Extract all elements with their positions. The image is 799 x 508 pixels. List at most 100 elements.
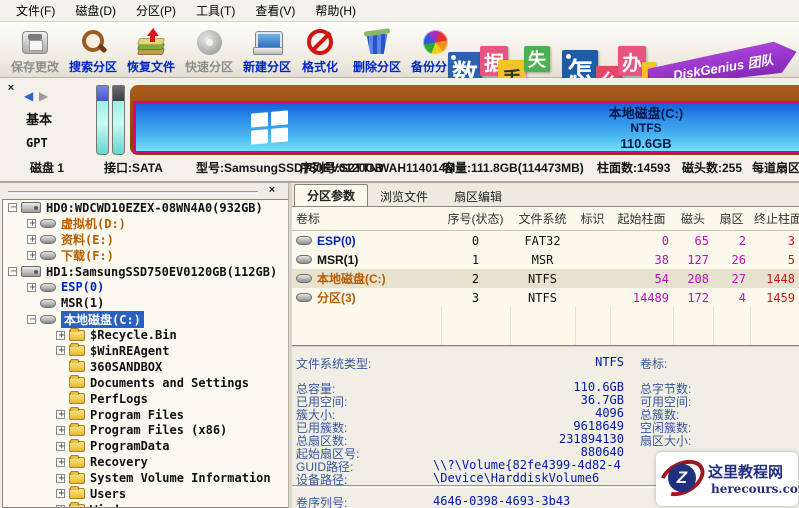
watermark-logo-icon: Z <box>668 464 696 492</box>
tab-browse-files[interactable]: 浏览文件 <box>368 186 440 206</box>
tree-item-drive-f[interactable]: 下载(F:) <box>3 248 288 264</box>
tree-item-hd0[interactable]: HD0:WDCWD10EZEX-08WN4A0(932GB) <box>3 200 288 216</box>
collapse-icon[interactable] <box>27 313 37 326</box>
tree-item-msr[interactable]: MSR(1) <box>3 295 288 311</box>
disk-bar[interactable]: 本地磁盘(C:) NTFS 110.6GB <box>130 85 799 155</box>
expand-icon[interactable] <box>56 440 66 453</box>
table-row[interactable]: MSR(1) 1 MSR 38 127 26 5 <box>292 250 799 269</box>
disk-info-line: 磁盘 1 接口:SATA 型号:SamsungSSD750EV0120GB 序列… <box>30 161 799 175</box>
hdd-icon <box>21 202 41 214</box>
detail-row: 已用空间: 36.7GB 可用空间: <box>296 393 692 409</box>
esp-partition-bar[interactable] <box>96 85 109 155</box>
expand-icon[interactable] <box>27 249 37 262</box>
disk-mode-label: 基本 <box>26 112 53 127</box>
hdd-icon <box>21 266 41 277</box>
partition-table: 卷标 序号(状态) 文件系统 标识 起始柱面 磁头 扇区 终止柱面 ESP(0)… <box>292 206 799 345</box>
expand-icon[interactable] <box>56 344 66 357</box>
tree-item-folder[interactable]: System Volume Information <box>3 470 288 486</box>
menu-tools[interactable]: 工具(T) <box>186 0 245 21</box>
new-partition-button[interactable]: 新建分区 <box>238 25 296 75</box>
tab-sector-edit[interactable]: 扇区编辑 <box>442 186 514 206</box>
tree-item-folder[interactable]: Program Files (x86) <box>3 422 288 438</box>
tree-item-drive-d[interactable]: 虚拟机(D:) <box>3 216 288 232</box>
prev-disk-arrow-icon[interactable]: ◀ <box>24 89 33 103</box>
menu-file[interactable]: 文件(F) <box>6 0 65 21</box>
folder-icon <box>69 438 85 452</box>
directory-tree: HD0:WDCWD10EZEX-08WN4A0(932GB) 虚拟机(D:) 资… <box>2 199 288 508</box>
folder-icon <box>69 422 85 436</box>
detail-row: 文件系统类型: NTFS 卷标: <box>296 355 668 371</box>
tree-item-folder[interactable]: Users <box>3 486 288 502</box>
folder-icon <box>69 343 85 357</box>
tree-item-folder[interactable]: Program Files <box>3 407 288 423</box>
quick-partition-button[interactable]: 快速分区 <box>180 25 238 75</box>
expand-icon[interactable] <box>56 408 66 421</box>
msr-partition-bar[interactable] <box>112 85 125 155</box>
next-disk-arrow-icon[interactable]: ▶ <box>39 89 48 103</box>
menu-partition[interactable]: 分区(P) <box>126 0 186 21</box>
expand-icon[interactable] <box>56 424 66 437</box>
new-partition-icon <box>252 28 283 56</box>
menu-bar: 文件(F) 磁盘(D) 分区(P) 工具(T) 查看(V) 帮助(H) <box>0 0 799 22</box>
tree-item-folder[interactable]: Documents and Settings <box>3 375 288 391</box>
tree-item-folder[interactable]: Recovery <box>3 454 288 470</box>
folder-icon <box>69 375 85 389</box>
drive-icon <box>40 235 56 245</box>
detail-row: 总扇区数: 231894130 扇区大小: <box>296 432 692 448</box>
c-partition-block[interactable]: 本地磁盘(C:) NTFS 110.6GB <box>133 101 799 154</box>
detail-row: 已用簇数: 9618649 空闲簇数: <box>296 419 692 435</box>
tree-item-folder[interactable]: 360SANDBOX <box>3 359 288 375</box>
format-button[interactable]: 格式化 <box>296 25 344 75</box>
tree-item-folder[interactable]: Windows <box>3 502 288 507</box>
table-row-selected[interactable]: 本地磁盘(C:) 2 NTFS 54 208 27 1448 <box>292 269 799 288</box>
close-icon[interactable]: × <box>266 185 278 197</box>
folder-icon <box>69 470 85 484</box>
tab-bar: 分区参数 浏览文件 扇区编辑 <box>292 183 799 206</box>
drive-icon <box>296 255 312 264</box>
tab-partition-params[interactable]: 分区参数 <box>294 184 369 206</box>
menu-view[interactable]: 查看(V) <box>245 0 305 21</box>
expand-icon[interactable] <box>56 472 66 485</box>
collapse-icon[interactable] <box>8 201 18 214</box>
drive-icon <box>40 219 56 229</box>
tree-item-folder[interactable]: $Recycle.Bin <box>3 327 288 343</box>
collapse-icon[interactable] <box>8 265 18 278</box>
expand-icon[interactable] <box>56 456 66 469</box>
drive-icon <box>40 251 56 261</box>
tree-panel: × HD0:WDCWD10EZEX-08WN4A0(932GB) 虚拟机(D:)… <box>0 183 288 508</box>
expand-icon[interactable] <box>27 233 37 246</box>
tree-item-drive-c[interactable]: 本地磁盘(C:) <box>3 310 288 328</box>
menu-help[interactable]: 帮助(H) <box>305 0 366 21</box>
tree-item-esp[interactable]: ESP(0) <box>3 279 288 295</box>
detail-row: 总容量: 110.6GB 总字节数: <box>296 380 692 396</box>
recover-files-button[interactable]: 恢复文件 <box>122 25 180 75</box>
backup-partition-icon <box>418 26 452 59</box>
search-partition-button[interactable]: 搜索分区 <box>64 25 122 75</box>
tree-item-folder[interactable]: PerfLogs <box>3 391 288 407</box>
close-icon[interactable]: × <box>5 83 17 95</box>
drive-icon <box>40 314 56 324</box>
tree-panel-header: × <box>2 184 286 199</box>
expand-icon[interactable] <box>27 217 37 230</box>
tree-item-drive-e[interactable]: 资料(E:) <box>3 232 288 248</box>
expand-icon[interactable] <box>56 487 66 500</box>
tree-item-folder[interactable]: $WinREAgent <box>3 343 288 359</box>
panel-grip <box>8 191 258 194</box>
watermark-site-name: 这里教程网 <box>708 464 784 481</box>
table-row[interactable]: 分区(3) 3 NTFS 14489 172 4 1459 <box>292 288 799 307</box>
tree-item-hd1[interactable]: HD1:SamsungSSD750EV0120GB(112GB) <box>3 264 288 280</box>
menu-disk[interactable]: 磁盘(D) <box>65 0 126 21</box>
save-changes-button[interactable]: 保存更改 <box>6 25 64 75</box>
expand-icon[interactable] <box>27 281 37 294</box>
windows-logo-icon <box>251 110 288 145</box>
drive-icon <box>40 282 56 292</box>
search-icon <box>78 28 108 56</box>
ad-tile: 失 <box>524 46 550 72</box>
empty-grid-lines <box>292 307 799 345</box>
table-row[interactable]: ESP(0) 0 FAT32 0 65 2 3 <box>292 231 799 250</box>
folder-icon <box>69 486 85 500</box>
tree-item-folder[interactable]: ProgramData <box>3 438 288 454</box>
folder-icon <box>69 454 85 468</box>
delete-partition-button[interactable]: 删除分区 <box>348 25 406 75</box>
expand-icon[interactable] <box>56 329 66 342</box>
